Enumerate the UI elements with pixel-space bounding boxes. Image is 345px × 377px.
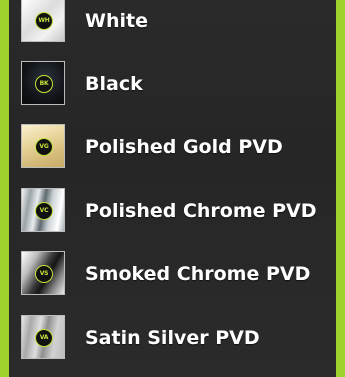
finish-option-polished-gold[interactable]: VG Polished Gold PVD xyxy=(21,122,331,174)
finish-selector-frame: WH White BK Black VG Polished Gold PVD V… xyxy=(0,0,345,377)
white-swatch: WH xyxy=(21,0,65,42)
satin-silver-swatch: VA xyxy=(21,315,65,359)
finish-option-polished-chrome[interactable]: VC Polished Chrome PVD xyxy=(21,186,331,238)
finish-label: Polished Chrome PVD xyxy=(85,200,317,222)
finish-code-badge: VS xyxy=(35,265,53,283)
finish-code-badge: VG xyxy=(35,138,53,156)
finish-option-satin-silver[interactable]: VA Satin Silver PVD xyxy=(21,313,331,365)
finish-label: Polished Gold PVD xyxy=(85,136,283,158)
finish-option-black[interactable]: BK Black xyxy=(21,59,331,111)
finish-code-badge: BK xyxy=(35,75,53,93)
finish-label: Smoked Chrome PVD xyxy=(85,263,311,285)
black-swatch: BK xyxy=(21,61,65,105)
chrome-swatch: VC xyxy=(21,188,65,232)
finish-code-badge: WH xyxy=(35,12,53,30)
gold-swatch: VG xyxy=(21,124,65,168)
finish-label: Satin Silver PVD xyxy=(85,327,260,349)
smoked-chrome-swatch: VS xyxy=(21,251,65,295)
finish-code-badge: VA xyxy=(35,329,53,347)
finish-list-panel: WH White BK Black VG Polished Gold PVD V… xyxy=(9,0,336,377)
finish-code-badge: VC xyxy=(35,202,53,220)
finish-option-white[interactable]: WH White xyxy=(21,0,331,48)
finish-option-smoked-chrome[interactable]: VS Smoked Chrome PVD xyxy=(21,249,331,301)
finish-label: Black xyxy=(85,73,143,95)
finish-label: White xyxy=(85,10,148,32)
